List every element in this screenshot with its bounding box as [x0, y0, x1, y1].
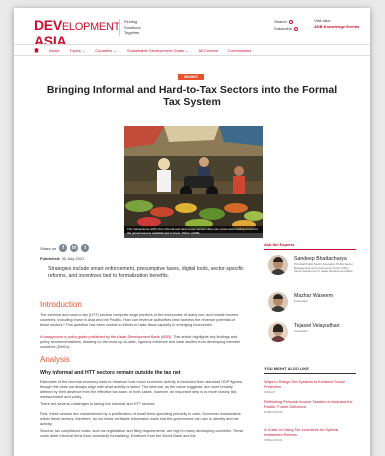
expert-role: Consultant [294, 299, 308, 303]
analysis-paragraph: Estimates of the informal economy seek t… [40, 380, 243, 399]
analysis-paragraph: First, these sectors are characterized b… [40, 412, 241, 426]
knowledge-events-link[interactable]: ADB Knowledge Events [314, 24, 368, 30]
subscribe-link[interactable]: Subscribe [274, 25, 308, 32]
header-links: Search Subscribe [274, 18, 308, 32]
twitter-share-icon[interactable]: t [81, 244, 90, 252]
expert-role: Consultant [294, 329, 308, 333]
analysis-paragraph: Second, tax compliance costs, such as re… [40, 429, 244, 438]
search-icon [288, 19, 293, 24]
home-icon[interactable] [34, 47, 39, 53]
published-value: 30 July 2021 [61, 256, 85, 261]
nav-item-all-content[interactable]: All Content [198, 48, 218, 53]
related-type: PUBLICATION [264, 409, 283, 414]
expert-card[interactable]: Mazhar Waseem Consultant [264, 292, 356, 326]
visit-also: Visit also: ADB Knowledge Events [314, 18, 368, 30]
hero-image [124, 126, 263, 233]
intro-paragraph: The informal and hard-to-tax (HTT) secto… [40, 313, 239, 327]
experts-heading: Ask the Experts [264, 242, 356, 250]
linkedin-share-icon[interactable]: in [70, 244, 79, 252]
site-header: DEVELOPMENT ASIA An initiative of the As… [14, 8, 370, 52]
article-summary: Strategies include smart enforcement, pr… [48, 266, 244, 279]
logo-text-light: ELOPMENT [61, 21, 121, 33]
avatar [268, 292, 288, 312]
nav-item-topics[interactable]: Topics ⌄ [69, 48, 85, 53]
related-title[interactable]: Ways to Design Tax Systems to Enhance So… [264, 380, 356, 390]
related-title[interactable]: A Guide on Using Tax Incentives for Opti… [264, 428, 356, 438]
article-page: DEVELOPMENT ASIA An initiative of the As… [14, 8, 370, 456]
nav-item-sdgs[interactable]: Sustainable Development Goals ⌄ [127, 48, 189, 53]
avatar [268, 255, 288, 275]
analysis-paragraph: There are several challenges to taxing t… [40, 402, 156, 406]
nav-item-about[interactable]: About [49, 48, 59, 53]
site-tagline: Finding Solutions Together [119, 19, 155, 36]
published-date: Published: 30 July 2021 [40, 256, 84, 261]
related-type: PUBLICATION [264, 437, 283, 442]
published-label: Published: [40, 256, 61, 261]
expert-card[interactable]: Sandeep Bhattacharya Principal Public Se… [264, 255, 356, 289]
related-item[interactable]: A Guide on Using Tax Incentives for Opti… [264, 428, 356, 442]
related-title[interactable]: Rethinking Personal Income Taxation in A… [264, 400, 356, 410]
facebook-share-icon[interactable]: f [59, 244, 68, 252]
search-link[interactable]: Search [274, 18, 308, 25]
main-nav: About Topics ⌄ Countries ⌄ Sustainable D… [14, 44, 370, 56]
content-type-badge[interactable]: INSIGHT [178, 74, 204, 80]
related-item[interactable]: Rethinking Personal Income Taxation in A… [264, 400, 356, 414]
mail-icon [293, 26, 298, 31]
related-heading: YOU MIGHT ALSO LIKE [264, 366, 356, 374]
expert-card[interactable]: Tejaswi Velayudhan Consultant [264, 322, 356, 356]
related-item[interactable]: Ways to Design Tax Systems to Enhance So… [264, 380, 356, 394]
introduction-heading: Introduction [40, 300, 82, 309]
logo-text: DEV [34, 17, 62, 33]
policy-guide-link[interactable]: A background a policy guide published by… [40, 335, 172, 339]
intro-paragraph: A background a policy guide published by… [40, 335, 241, 349]
page-title: Bringing Informal and Hard-to-Tax Sector… [46, 84, 338, 108]
related-type: INSIGHT [264, 389, 276, 394]
avatar [268, 322, 288, 342]
share-label: Share on [40, 245, 57, 251]
section-subheading: Why informal and HTT sectors remain outs… [40, 370, 181, 376]
expert-role: Principal Public Sector Specialist, Publ… [294, 262, 353, 273]
nav-item-communities[interactable]: Communities [228, 48, 251, 53]
analysis-heading: Analysis [40, 355, 70, 364]
tagline-line: Together [124, 30, 140, 35]
site-logo[interactable]: DEVELOPMENT ASIA An initiative of the As… [34, 17, 120, 52]
share-bar: Share on f in t [40, 244, 90, 252]
hero-caption: The transactions within the informal and… [124, 226, 263, 238]
nav-item-countries[interactable]: Countries ⌄ [95, 48, 117, 53]
